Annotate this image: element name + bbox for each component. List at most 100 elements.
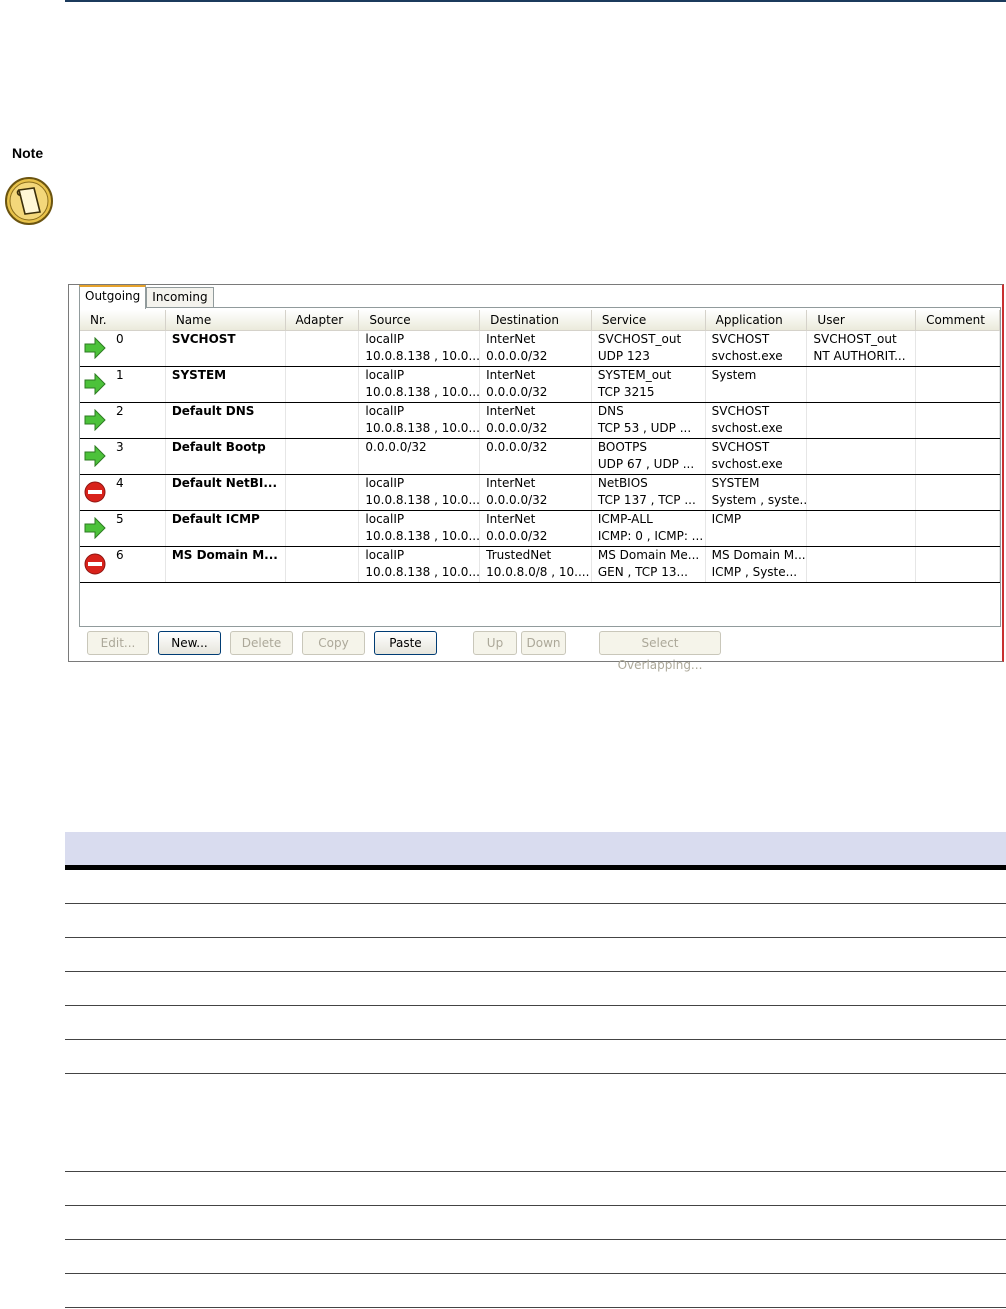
- column-header-source[interactable]: Source: [359, 310, 481, 330]
- column-header-adapter[interactable]: Adapter: [286, 310, 360, 330]
- up-button[interactable]: Up: [473, 631, 517, 655]
- cell-source-line: 0.0.0.0/32: [365, 440, 427, 454]
- table-row-divider: [65, 1239, 1006, 1240]
- copy-button[interactable]: Copy: [302, 631, 365, 655]
- cell-comment: [916, 439, 1000, 474]
- table-row[interactable]: 5 Default ICMP localIP 10.0.8.138 , 10.0...…: [80, 511, 1000, 547]
- cell-nr: 0: [80, 331, 166, 366]
- edit-button[interactable]: Edit...: [87, 631, 149, 655]
- cell-service-line: TCP 137 , TCP ...: [597, 493, 696, 507]
- cell-name: Default DNS: [166, 403, 286, 438]
- rule-action-buttons: Edit... New... Delete Copy Paste Up Down…: [87, 631, 987, 672]
- column-header-application[interactable]: Application: [706, 310, 808, 330]
- firewall-rules-panel: Outgoing Incoming Nr. Name Adapter Sourc…: [68, 284, 1004, 672]
- cell-service-line: SVCHOST_out: [597, 332, 682, 346]
- table-row[interactable]: 2 Default DNS localIP 10.0.8.138 , 10.0....…: [80, 403, 1000, 439]
- column-header-destination[interactable]: Destination: [480, 310, 592, 330]
- tab-incoming[interactable]: Incoming: [146, 287, 214, 308]
- table-row[interactable]: 1 SYSTEM localIP 10.0.8.138 , 10.0.... Inter…: [80, 367, 1000, 403]
- cell-comment: [916, 511, 1000, 546]
- paste-button[interactable]: Paste: [374, 631, 437, 655]
- cell-source: localIP 10.0.8.138 , 10.0....: [359, 475, 481, 510]
- column-header-comment[interactable]: Comment: [916, 310, 1000, 330]
- cell-source-line: 10.0.8.138 , 10.0....: [365, 385, 481, 399]
- cell-source-line: 10.0.8.138 , 10.0....: [365, 493, 481, 507]
- cell-user-line: [813, 492, 915, 509]
- cell-user-line: [813, 528, 915, 545]
- cell-service-line: UDP 123: [597, 349, 650, 363]
- cell-comment: [916, 331, 1000, 366]
- cell-application: SYSTEM System , syste...: [706, 475, 808, 510]
- cell-destination: InterNet 0.0.0.0/32: [480, 511, 592, 546]
- cell-application-line: SYSTEM: [711, 476, 760, 490]
- cell-comment: [916, 475, 1000, 510]
- cell-application-line: MS Domain M...: [711, 548, 806, 562]
- cell-application-line: [712, 528, 807, 545]
- rule-direction-tabs: Outgoing Incoming: [79, 285, 214, 309]
- table-row[interactable]: 0 SVCHOST localIP 10.0.8.138 , 10.0.... Inte…: [80, 331, 1000, 367]
- cell-source: localIP 10.0.8.138 , 10.0....: [359, 367, 481, 402]
- column-header-user[interactable]: User: [807, 310, 917, 330]
- cell-nr: 5: [80, 511, 166, 546]
- cell-service: DNS TCP 53 , UDP ...: [592, 403, 706, 438]
- cell-adapter: [286, 475, 360, 510]
- cell-destination-line: InterNet: [486, 332, 536, 346]
- table-row-divider: [65, 971, 1006, 972]
- cell-application: MS Domain M... ICMP , Syste...: [706, 547, 808, 582]
- cell-name: SYSTEM: [166, 367, 286, 402]
- column-header-nr[interactable]: Nr.: [80, 310, 166, 330]
- cell-user: SVCHOST_out NT AUTHORIT...: [807, 331, 917, 366]
- cell-destination: InterNet 0.0.0.0/32: [480, 403, 592, 438]
- cell-user: [807, 367, 917, 402]
- cell-destination: TrustedNet 10.0.8.0/8 , 10....: [480, 547, 592, 582]
- cell-user: [807, 403, 917, 438]
- horizontal-scrollbar[interactable]: ❮: [90, 626, 1001, 627]
- table-row[interactable]: 3 Default Bootp 0.0.0.0/32 0.0.0.0/32 BOOTPS…: [80, 439, 1000, 475]
- cell-source-line: localIP: [365, 332, 405, 346]
- cell-user-line: [813, 403, 915, 420]
- column-header-service[interactable]: Service: [592, 310, 706, 330]
- cell-service-line: TCP 3215: [597, 385, 655, 399]
- rule-number: 4: [116, 476, 124, 490]
- tab-outgoing[interactable]: Outgoing: [79, 285, 147, 309]
- table-row[interactable]: 6 MS Domain M... localIP 10.0.8.138 , 10.0.…: [80, 547, 1000, 583]
- cell-service-line: NetBIOS: [597, 476, 648, 490]
- cell-user-line: [813, 475, 915, 492]
- column-header-name[interactable]: Name: [166, 310, 286, 330]
- cell-service: NetBIOS TCP 137 , TCP ...: [592, 475, 706, 510]
- note-label: Note: [12, 145, 44, 161]
- cell-name: Default NetBI...: [166, 475, 286, 510]
- cell-application-line: System , syste...: [711, 493, 808, 507]
- cell-application: SVCHOST svchost.exe: [706, 331, 808, 366]
- cell-service-line: BOOTPS: [597, 440, 647, 454]
- cell-destination-line: InterNet: [486, 476, 536, 490]
- cell-user-line: [813, 511, 915, 528]
- delete-button[interactable]: Delete: [230, 631, 293, 655]
- cell-destination: 0.0.0.0/32: [480, 439, 592, 474]
- cell-service-line: GEN , TCP 13...: [597, 565, 688, 579]
- cell-user: [807, 511, 917, 546]
- cell-destination-line: TrustedNet: [486, 548, 552, 562]
- cell-user-line: [813, 547, 915, 564]
- new-button[interactable]: New...: [158, 631, 221, 655]
- cell-application: SVCHOST svchost.exe: [706, 439, 808, 474]
- cell-service: MS Domain Me... GEN , TCP 13...: [592, 547, 706, 582]
- cell-source-line: localIP: [365, 476, 405, 490]
- cell-nr: 6: [80, 547, 166, 582]
- cell-nr: 4: [80, 475, 166, 510]
- table-header-rule: [65, 865, 1006, 870]
- cell-source-line: localIP: [365, 512, 405, 526]
- table-row-divider: [65, 1205, 1006, 1206]
- table-row[interactable]: 4 Default NetBI... localIP 10.0.8.138 , 10.…: [80, 475, 1000, 511]
- select-overlapping-button[interactable]: Select Overlapping...: [599, 631, 721, 672]
- cell-source-line: localIP: [365, 548, 405, 562]
- cell-destination: InterNet 0.0.0.0/32: [480, 475, 592, 510]
- cell-name: MS Domain M...: [166, 547, 286, 582]
- cell-name: Default ICMP: [166, 511, 286, 546]
- cell-user-line: SVCHOST_out: [813, 332, 897, 346]
- rule-number: 5: [116, 512, 124, 526]
- table-row-divider: [65, 937, 1006, 938]
- cell-adapter: [286, 439, 360, 474]
- down-button[interactable]: Down: [521, 631, 566, 655]
- cell-destination-line: 0.0.0.0/32: [486, 349, 548, 363]
